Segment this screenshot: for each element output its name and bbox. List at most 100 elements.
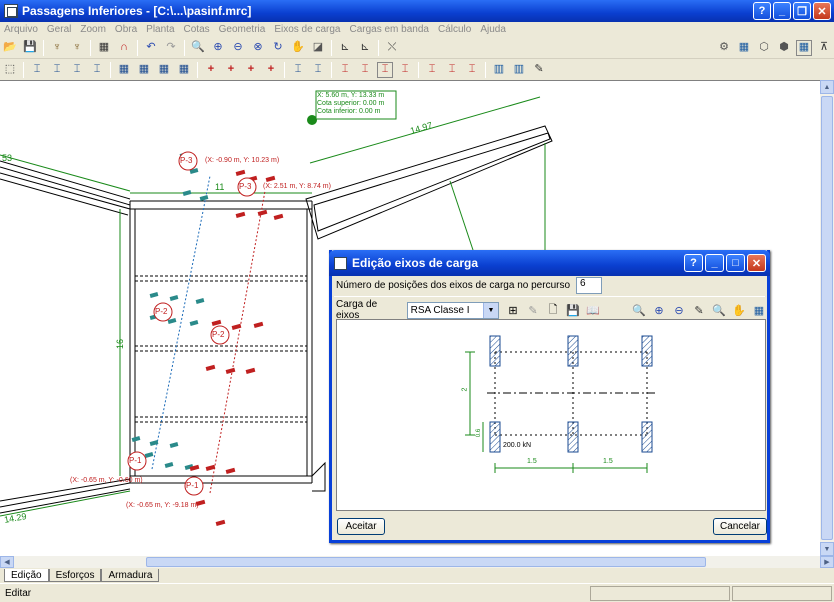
- menu-geral[interactable]: Geral: [47, 24, 71, 35]
- tab-armadura[interactable]: Armadura: [101, 569, 160, 582]
- vertical-scroll-thumb[interactable]: [821, 96, 833, 540]
- beam-icon[interactable]: ⌶: [29, 62, 45, 78]
- pier-label[interactable]: P-1: [129, 456, 141, 465]
- menu-zoom[interactable]: Zoom: [80, 24, 106, 35]
- pier-label[interactable]: P-2: [155, 307, 167, 316]
- accept-button[interactable]: Aceitar: [337, 518, 385, 535]
- pier-label[interactable]: P-1: [186, 481, 198, 490]
- positions-input[interactable]: 6: [576, 277, 603, 294]
- span-edit-icon[interactable]: ▦: [176, 62, 192, 78]
- view3d-icon[interactable]: ⬡: [756, 40, 772, 56]
- save-icon[interactable]: 💾: [22, 40, 38, 56]
- vertical-scrollbar[interactable]: ▲ ▼: [820, 80, 834, 556]
- axle-red-icon[interactable]: ⌶: [337, 62, 353, 78]
- axes-icon[interactable]: ⤬: [384, 40, 400, 56]
- redo-icon[interactable]: ↷: [163, 40, 179, 56]
- menu-eixos-de-carga[interactable]: Eixos de carga: [274, 24, 340, 35]
- axle-add-icon[interactable]: ⌶: [310, 62, 326, 78]
- pier-alt-icon[interactable]: ♆: [69, 40, 85, 56]
- copy-axle-icon[interactable]: 🗋: [545, 302, 561, 318]
- pier-label[interactable]: P-3: [180, 156, 192, 165]
- undo-icon[interactable]: ↶: [143, 40, 159, 56]
- beam-add-icon[interactable]: ⌶: [49, 62, 65, 78]
- zoom-in-icon[interactable]: ⊕: [210, 40, 226, 56]
- zoom-icon[interactable]: 🔍: [190, 40, 206, 56]
- band-icon[interactable]: ▥: [491, 62, 507, 78]
- dialog-print-icon[interactable]: ▦: [751, 302, 767, 318]
- axle-preview-canvas[interactable]: 200.0 kN 1.5 1.5 2 0.6: [336, 319, 766, 511]
- dialog-zoom-icon[interactable]: 🔍: [631, 302, 647, 318]
- pan-icon[interactable]: ✋: [290, 40, 306, 56]
- cancel-button[interactable]: Cancelar: [713, 518, 767, 535]
- restore-button[interactable]: ❐: [793, 2, 811, 20]
- horizontal-scroll-thumb[interactable]: [146, 557, 706, 567]
- load-add-icon[interactable]: +: [203, 62, 219, 78]
- dialog-edit-icon[interactable]: ✎: [691, 302, 707, 318]
- layout-icon[interactable]: ▦: [796, 39, 812, 56]
- box-icon[interactable]: ⬚: [2, 62, 18, 78]
- beam-edit-icon[interactable]: ⌶: [89, 62, 105, 78]
- settings-icon[interactable]: ⚙: [716, 40, 732, 56]
- span-icon[interactable]: ▦: [116, 62, 132, 78]
- menu-calculo[interactable]: Cálculo: [438, 24, 471, 35]
- menu-cargas-em-banda[interactable]: Cargas em banda: [349, 24, 429, 35]
- dialog-close-button[interactable]: ✕: [747, 254, 766, 272]
- render-icon[interactable]: ⬢: [776, 40, 792, 56]
- chevron-down-icon[interactable]: ▼: [483, 302, 498, 318]
- span-move-icon[interactable]: ▦: [156, 62, 172, 78]
- dimension-icon[interactable]: ⊾: [337, 40, 353, 56]
- tab-esforcos[interactable]: Esforços: [48, 569, 102, 582]
- axle-red-select-icon[interactable]: ⌶: [377, 61, 393, 78]
- pencil-icon[interactable]: ✎: [531, 62, 547, 78]
- span-add-icon[interactable]: ▦: [136, 62, 152, 78]
- close-button[interactable]: ✕: [813, 2, 831, 20]
- dialog-zoom-in-icon[interactable]: ⊕: [651, 302, 667, 318]
- vehicle-icon[interactable]: ⌶: [424, 62, 440, 78]
- scroll-right-icon[interactable]: ▶: [820, 556, 834, 568]
- menu-cotas[interactable]: Cotas: [184, 24, 210, 35]
- scroll-up-icon[interactable]: ▲: [820, 80, 834, 94]
- tab-edicao[interactable]: Edição: [4, 569, 49, 582]
- pier-icon[interactable]: ♆: [49, 40, 65, 56]
- menu-arquivo[interactable]: Arquivo: [4, 24, 38, 35]
- dialog-zoom-out-icon[interactable]: ⊖: [671, 302, 687, 318]
- vehicle-add-icon[interactable]: ⌶: [444, 62, 460, 78]
- pier-label[interactable]: P-3: [239, 182, 251, 191]
- calc-icon[interactable]: ▦: [736, 40, 752, 56]
- refresh-icon[interactable]: ↻: [270, 40, 286, 56]
- new-axle-icon[interactable]: ⊞: [505, 302, 521, 318]
- dialog-help-button[interactable]: ?: [684, 254, 703, 272]
- zoom-out-icon[interactable]: ⊖: [230, 40, 246, 56]
- dialog-maximize-button[interactable]: □: [726, 254, 745, 272]
- dialog-zoom-window-icon[interactable]: 🔍: [711, 302, 727, 318]
- open-icon[interactable]: 📂: [2, 40, 18, 56]
- dimension-alt-icon[interactable]: ⊾: [357, 40, 373, 56]
- axle-red-add-icon[interactable]: ⌶: [357, 62, 373, 78]
- load-delete-icon[interactable]: +: [263, 62, 279, 78]
- window-icon[interactable]: ◪: [310, 40, 326, 56]
- library-icon[interactable]: 📖: [585, 302, 601, 318]
- export-icon[interactable]: ⊼: [816, 40, 832, 56]
- dialog-minimize-button[interactable]: _: [705, 254, 724, 272]
- zoom-all-icon[interactable]: ⊗: [250, 40, 266, 56]
- menu-planta[interactable]: Planta: [146, 24, 174, 35]
- vehicle-move-icon[interactable]: ⌶: [464, 62, 480, 78]
- menu-geometria[interactable]: Geometria: [219, 24, 266, 35]
- magnet-icon[interactable]: ∩: [116, 40, 132, 56]
- menu-ajuda[interactable]: Ajuda: [480, 24, 506, 35]
- grid-icon[interactable]: ▦: [96, 40, 112, 56]
- axle-icon[interactable]: ⌶: [290, 62, 306, 78]
- save-axle-icon[interactable]: 💾: [565, 302, 581, 318]
- menu-obra[interactable]: Obra: [115, 24, 137, 35]
- horizontal-scrollbar[interactable]: ◀ ▶: [0, 556, 834, 568]
- carga-select[interactable]: RSA Classe I ▼: [406, 301, 499, 319]
- dialog-pan-icon[interactable]: ✋: [731, 302, 747, 318]
- axle-red-edit-icon[interactable]: ⌶: [397, 62, 413, 78]
- minimize-button[interactable]: _: [773, 2, 791, 20]
- edit-axle-icon[interactable]: ✎: [525, 302, 541, 318]
- load-edit-icon[interactable]: +: [243, 62, 259, 78]
- beam-move-icon[interactable]: ⌶: [69, 62, 85, 78]
- load-move-icon[interactable]: +: [223, 62, 239, 78]
- help-button[interactable]: ?: [753, 2, 771, 20]
- pier-label[interactable]: P-2: [212, 330, 224, 339]
